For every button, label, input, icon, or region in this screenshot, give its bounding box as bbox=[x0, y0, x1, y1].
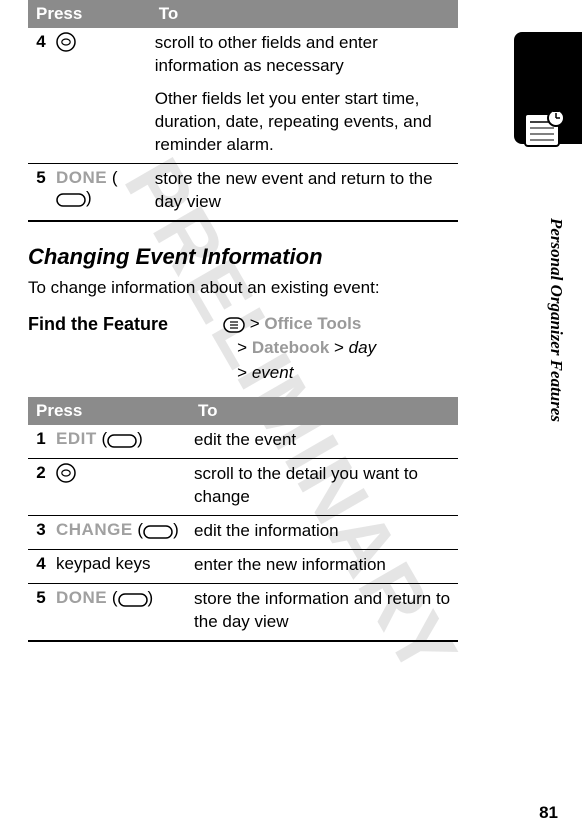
table-row: 4 scroll to other fields and enter infor… bbox=[28, 28, 458, 161]
softkey-label: DONE bbox=[56, 588, 107, 607]
section-intro: To change information about an existing … bbox=[28, 278, 458, 298]
page-content: Press To 4 scroll to other fields and en… bbox=[28, 0, 458, 642]
table-row: 5 DONE () store the new event and return… bbox=[28, 163, 458, 217]
softkey-label: DONE bbox=[56, 168, 107, 187]
table-row: 5 DONE () store the information and retu… bbox=[28, 584, 458, 638]
press-cell: CHANGE () bbox=[52, 516, 190, 547]
to-cell: store the information and return to the … bbox=[190, 584, 458, 638]
find-feature-path: > Office Tools > Datebook > day > event bbox=[223, 312, 376, 386]
table-header: Press To bbox=[28, 397, 458, 425]
nav-key-icon bbox=[56, 463, 76, 483]
header-press: Press bbox=[28, 397, 190, 425]
menu-path-variable: event bbox=[252, 363, 294, 382]
table-header: Press To bbox=[28, 0, 458, 28]
find-the-feature: Find the Feature > Office Tools > Datebo… bbox=[28, 312, 458, 386]
header-to: To bbox=[190, 397, 458, 425]
find-feature-label: Find the Feature bbox=[28, 312, 223, 335]
softkey-icon bbox=[107, 434, 137, 448]
menu-key-icon bbox=[223, 317, 245, 333]
datebook-icon bbox=[522, 108, 566, 152]
step-number: 2 bbox=[28, 459, 52, 513]
softkey-label: CHANGE bbox=[56, 520, 133, 539]
table-row: 2 scroll to the detail you want to chang… bbox=[28, 459, 458, 513]
softkey-icon bbox=[118, 593, 148, 607]
menu-path-item: Datebook bbox=[252, 338, 329, 357]
section-heading: Changing Event Information bbox=[28, 244, 458, 270]
page-number: 81 bbox=[539, 803, 558, 823]
softkey-label: EDIT bbox=[56, 429, 97, 448]
table-row: 1 EDIT () edit the event bbox=[28, 425, 458, 456]
to-cell: enter the new information bbox=[190, 550, 458, 581]
press-plain-text: keypad keys bbox=[56, 554, 151, 573]
header-to: To bbox=[151, 0, 458, 28]
step-number: 1 bbox=[28, 425, 52, 456]
menu-path-item: Office Tools bbox=[264, 314, 361, 333]
to-cell: edit the event bbox=[190, 425, 458, 456]
to-cell: scroll to other fields and enter informa… bbox=[151, 28, 458, 161]
step-number: 4 bbox=[28, 550, 52, 581]
to-cell: store the new event and return to the da… bbox=[151, 163, 458, 217]
step-number: 5 bbox=[28, 163, 52, 217]
steps-table-continued: Press To 4 scroll to other fields and en… bbox=[28, 0, 458, 222]
press-cell: keypad keys bbox=[52, 550, 190, 581]
table-row: 4 keypad keys enter the new information bbox=[28, 550, 458, 581]
softkey-icon bbox=[56, 193, 86, 207]
to-text-secondary: Other fields let you enter start time, d… bbox=[155, 88, 454, 157]
table-row: 3 CHANGE () edit the information bbox=[28, 516, 458, 547]
press-cell bbox=[52, 459, 190, 513]
press-cell: EDIT () bbox=[52, 425, 190, 456]
steps-table: Press To 1 EDIT () edit the event 2 scro… bbox=[28, 397, 458, 642]
to-cell: edit the information bbox=[190, 516, 458, 547]
to-cell: scroll to the detail you want to change bbox=[190, 459, 458, 513]
softkey-icon bbox=[143, 525, 173, 539]
step-number: 5 bbox=[28, 584, 52, 638]
press-cell: DONE () bbox=[52, 163, 151, 217]
press-cell bbox=[52, 28, 151, 161]
step-number: 4 bbox=[28, 28, 52, 161]
header-press: Press bbox=[28, 0, 151, 28]
nav-key-icon bbox=[56, 32, 76, 52]
press-cell: DONE () bbox=[52, 584, 190, 638]
step-number: 3 bbox=[28, 516, 52, 547]
to-text: scroll to other fields and enter informa… bbox=[155, 32, 454, 78]
menu-path-variable: day bbox=[349, 338, 376, 357]
side-section-label: Personal Organizer Features bbox=[546, 170, 566, 470]
